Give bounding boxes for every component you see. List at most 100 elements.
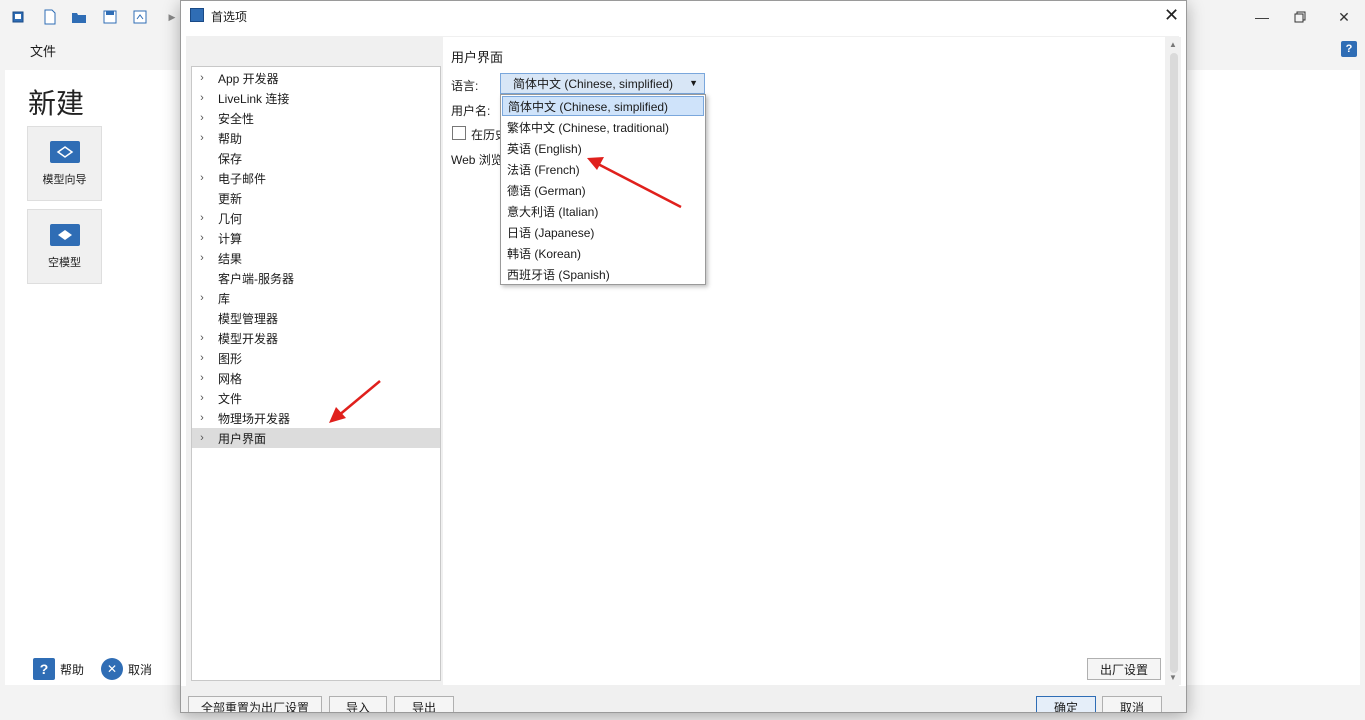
tree-item-label: LiveLink 连接 [218, 91, 290, 106]
chevron-right-icon: › [200, 172, 204, 184]
chevron-right-icon: › [200, 252, 204, 264]
tree-item-results[interactable]: › 结果 [192, 248, 440, 268]
ok-button[interactable]: 确定 [1036, 696, 1096, 712]
question-icon: ? [33, 658, 55, 680]
tree-item-user-interface[interactable]: › 用户界面 [192, 428, 440, 448]
file-menu[interactable]: 文件 [30, 41, 56, 60]
chevron-right-icon: › [200, 292, 204, 304]
tile-label: 模型向导 [42, 173, 87, 186]
tree-item-label: 客户端-服务器 [218, 271, 294, 286]
language-option[interactable]: 日语 (Japanese) [502, 222, 704, 242]
chevron-right-icon: › [200, 112, 204, 124]
export-button[interactable]: 导出 [394, 696, 454, 712]
tree-item-label: 结果 [218, 251, 243, 266]
save-icon[interactable] [100, 7, 120, 27]
language-label: 语言: [451, 79, 479, 93]
help-icon[interactable]: ? [1341, 41, 1357, 57]
tree-item-graphics[interactable]: › 图形 [192, 348, 440, 368]
close-window-icon[interactable]: ✕ [1322, 5, 1365, 29]
app-logo-icon [8, 7, 28, 27]
scroll-down-icon[interactable]: ▼ [1169, 673, 1177, 682]
chevron-right-icon: › [200, 132, 204, 144]
language-value: 简体中文 (Chinese, simplified) [513, 77, 674, 91]
tree-item-label: 用户界面 [218, 431, 267, 446]
tree-item-label: 计算 [218, 231, 243, 246]
cancel-label: 取消 [128, 662, 153, 677]
tree-item-physics-builder[interactable]: › 物理场开发器 [192, 408, 440, 428]
tree-item-label: 库 [218, 291, 231, 306]
language-option[interactable]: 德语 (German) [502, 180, 704, 200]
reset-all-button[interactable]: 全部重置为出厂设置 [188, 696, 322, 712]
language-option[interactable]: 简体中文 (Chinese, simplified) [502, 96, 704, 116]
scroll-up-icon[interactable]: ▲ [1169, 40, 1177, 49]
tree-item-client-server[interactable]: 客户端-服务器 [192, 268, 440, 288]
tree-item-app-builder[interactable]: › App 开发器 [192, 68, 440, 88]
tree-item-label: 模型管理器 [218, 311, 279, 326]
language-select[interactable]: 简体中文 (Chinese, simplified) ▼ [500, 73, 705, 94]
tree-item-model-manager[interactable]: 模型管理器 [192, 308, 440, 328]
chevron-right-icon: › [200, 212, 204, 224]
chevron-right-icon: › [200, 72, 204, 84]
language-option[interactable]: 韩语 (Korean) [502, 243, 704, 263]
language-option[interactable]: 意大利语 (Italian) [502, 201, 704, 221]
run-icon[interactable]: ▶ [162, 7, 182, 27]
tree-item-help[interactable]: › 帮助 [192, 128, 440, 148]
help-button[interactable]: ? 帮助 [33, 657, 84, 681]
chevron-right-icon: › [200, 372, 204, 384]
chevron-right-icon: › [200, 392, 204, 404]
tree-item-security[interactable]: › 安全性 [192, 108, 440, 128]
tree-item-model-builder[interactable]: › 模型开发器 [192, 328, 440, 348]
cancel-button[interactable]: ✕ 取消 [101, 657, 152, 681]
scrollbar-thumb[interactable] [1170, 53, 1178, 673]
language-option[interactable]: 英语 (English) [502, 138, 704, 158]
new-file-icon[interactable] [40, 7, 60, 27]
model-wizard-tile[interactable]: 模型向导 [27, 126, 102, 201]
tree-item-mesh[interactable]: › 网格 [192, 368, 440, 388]
tree-item-label: 物理场开发器 [218, 411, 291, 426]
tile-label: 空模型 [48, 256, 81, 269]
username-label: 用户名: [451, 104, 491, 118]
tree-item-label: 图形 [218, 351, 243, 366]
dialog-app-icon [190, 8, 204, 22]
chevron-right-icon: › [200, 432, 204, 444]
open-folder-icon[interactable] [69, 7, 89, 27]
tree-item-geometry[interactable]: › 几何 [192, 208, 440, 228]
chevron-right-icon: › [200, 332, 204, 344]
chevron-right-icon: › [200, 232, 204, 244]
tree-item-updates[interactable]: 更新 [192, 188, 440, 208]
tree-item-livelink[interactable]: › LiveLink 连接 [192, 88, 440, 108]
web-browser-label: Web 浏览 [451, 153, 503, 167]
preferences-tree: › App 开发器 › LiveLink 连接 › 安全性 › 帮助 保存 › 电子邮件 … [191, 66, 441, 681]
tree-item-library[interactable]: › 库 [192, 288, 440, 308]
language-option[interactable]: 繁体中文 (Chinese, traditional) [502, 117, 704, 137]
tree-item-label: 电子邮件 [218, 171, 267, 186]
dialog-title: 首选项 [211, 10, 248, 24]
save-as-icon[interactable] [130, 7, 150, 27]
tree-item-files[interactable]: › 文件 [192, 388, 440, 408]
blank-model-icon [49, 223, 80, 246]
language-option[interactable]: 西班牙语 (Spanish) [502, 264, 704, 284]
history-checkbox[interactable] [452, 126, 466, 140]
factory-settings-button[interactable]: 出厂设置 [1087, 658, 1161, 680]
dialog-close-icon[interactable]: ✕ [1164, 6, 1179, 24]
vertical-scrollbar[interactable]: ▲ ▼ [1167, 37, 1181, 685]
model-wizard-icon [49, 140, 80, 163]
tree-item-computing[interactable]: › 计算 [192, 228, 440, 248]
tree-item-label: 网格 [218, 371, 243, 386]
new-page-title: 新建 [28, 88, 85, 119]
tree-item-email[interactable]: › 电子邮件 [192, 168, 440, 188]
dropdown-arrow-icon: ▼ [689, 78, 698, 88]
language-option[interactable]: 法语 (French) [502, 159, 704, 179]
tree-item-label: 文件 [218, 391, 243, 406]
cancel-x-icon: ✕ [101, 658, 123, 680]
tree-item-save[interactable]: 保存 [192, 148, 440, 168]
import-button[interactable]: 导入 [329, 696, 387, 712]
help-label: 帮助 [60, 662, 85, 677]
tree-item-label: 帮助 [218, 131, 243, 146]
chevron-right-icon: › [200, 352, 204, 364]
tree-item-label: 几何 [218, 211, 243, 226]
tree-item-label: App 开发器 [218, 71, 279, 86]
dialog-cancel-button[interactable]: 取消 [1102, 696, 1162, 712]
restore-icon[interactable] [1278, 5, 1322, 29]
blank-model-tile[interactable]: 空模型 [27, 209, 102, 284]
